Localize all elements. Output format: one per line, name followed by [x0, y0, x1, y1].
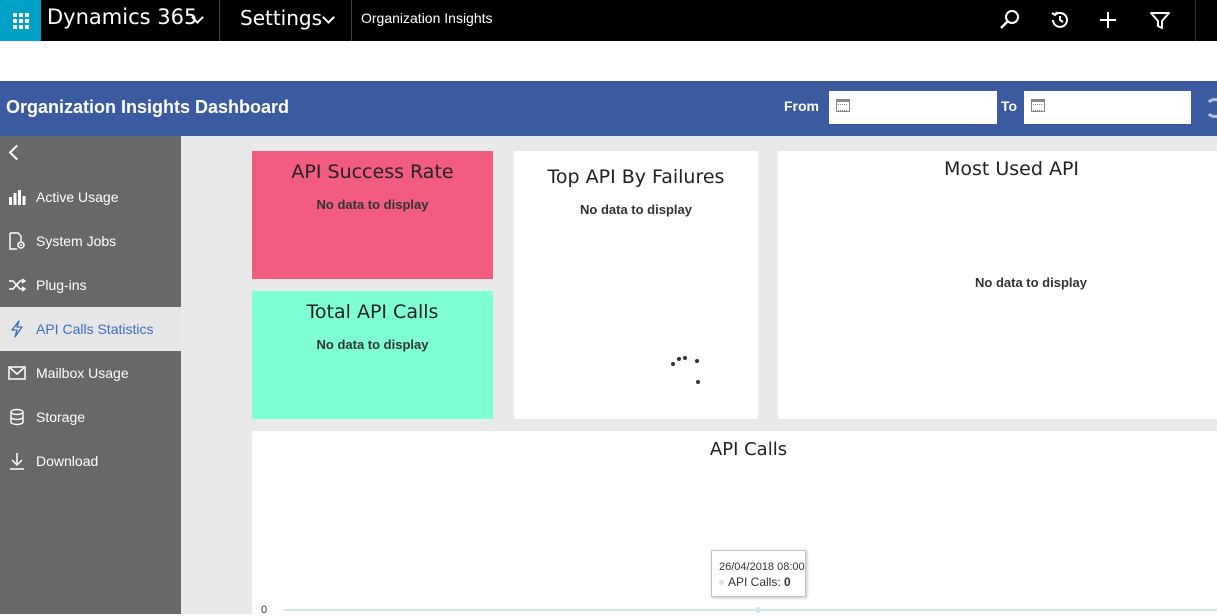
divider [219, 0, 220, 41]
app-launcher-button[interactable] [0, 0, 41, 41]
no-data-message: No data to display [316, 337, 429, 352]
series-line [284, 609, 1217, 611]
calendar-icon[interactable] [836, 99, 850, 112]
download-icon [8, 452, 26, 470]
search-icon[interactable] [998, 8, 1022, 32]
data-point[interactable] [755, 607, 761, 613]
sidebar-item-label: API Calls Statistics [36, 321, 154, 337]
from-label: From [784, 98, 819, 114]
area-name[interactable]: Settings [240, 6, 322, 30]
tile-title: API Success Rate [291, 161, 454, 183]
sidebar-item-label: Download [36, 453, 99, 469]
tooltip-series: API Calls: 0 [719, 575, 791, 589]
sidebar-item-system-jobs[interactable]: System Jobs [0, 219, 181, 263]
dashboard-header: Organization Insights Dashboard From To [0, 81, 1217, 136]
database-icon [8, 408, 26, 426]
top-api-by-failures-tile[interactable]: Top API By Failures No data to display [514, 151, 758, 419]
breadcrumb[interactable]: Organization Insights [361, 10, 493, 26]
sidebar-item-download[interactable]: Download [0, 439, 181, 483]
envelope-icon [8, 364, 26, 382]
sidebar-item-active-usage[interactable]: Active Usage [0, 175, 181, 219]
y-axis-tick-label: 0 [261, 604, 268, 616]
sidebar-item-label: System Jobs [36, 233, 117, 249]
refresh-icon[interactable] [1205, 98, 1217, 118]
filter-icon[interactable] [1148, 8, 1172, 32]
to-label: To [1001, 98, 1018, 114]
sidebar-item-api-calls-statistics[interactable]: API Calls Statistics [0, 307, 181, 351]
chart-title: API Calls [709, 439, 788, 460]
tooltip-value: 0 [784, 575, 791, 589]
sidebar-item-label: Active Usage [36, 189, 119, 205]
sidebar: Active Usage System Jobs Plug-ins API Ca… [0, 136, 181, 614]
from-date-input[interactable] [829, 91, 997, 124]
series-marker-icon [719, 580, 724, 586]
to-date-input[interactable] [1024, 91, 1191, 124]
shuffle-icon [8, 276, 26, 294]
document-gear-icon [8, 232, 26, 250]
collapse-back-icon[interactable] [8, 144, 25, 161]
no-data-message: No data to display [580, 202, 692, 217]
page-title: Organization Insights Dashboard [6, 97, 290, 117]
top-navigation-bar: Dynamics 365 Settings Organization Insig… [0, 0, 1217, 41]
sidebar-item-plug-ins[interactable]: Plug-ins [0, 263, 181, 307]
no-data-message: No data to display [316, 197, 429, 212]
sidebar-item-mailbox-usage[interactable]: Mailbox Usage [0, 351, 181, 395]
lightning-icon [8, 320, 26, 338]
most-used-api-tile[interactable]: Most Used API No data to display [778, 151, 1217, 419]
total-api-calls-tile[interactable]: Total API Calls No data to display [252, 291, 493, 419]
api-success-rate-tile[interactable]: API Success Rate No data to display [252, 151, 493, 279]
chevron-down-icon[interactable] [322, 11, 335, 24]
tooltip-date: 26/04/2018 08:00 [719, 561, 805, 573]
waffle-icon [12, 12, 29, 29]
calendar-icon[interactable] [1031, 99, 1045, 112]
tile-title: Total API Calls [306, 301, 439, 323]
plus-icon[interactable] [1096, 8, 1120, 32]
sidebar-item-storage[interactable]: Storage [0, 395, 181, 439]
sidebar-item-label: Plug-ins [36, 277, 87, 293]
app-name[interactable]: Dynamics 365 [47, 5, 197, 29]
sidebar-item-label: Storage [36, 409, 86, 425]
chart-tooltip: 26/04/2018 08:00 API Calls: 0 [711, 550, 806, 597]
sidebar-item-label: Mailbox Usage [36, 365, 129, 381]
tile-title: Most Used API [943, 158, 1080, 180]
history-icon[interactable] [1048, 8, 1072, 32]
divider [351, 0, 352, 41]
tile-title: Top API By Failures [547, 166, 725, 188]
divider [1195, 0, 1196, 41]
no-data-message: No data to display [975, 275, 1087, 290]
bar-chart-icon [8, 188, 26, 206]
